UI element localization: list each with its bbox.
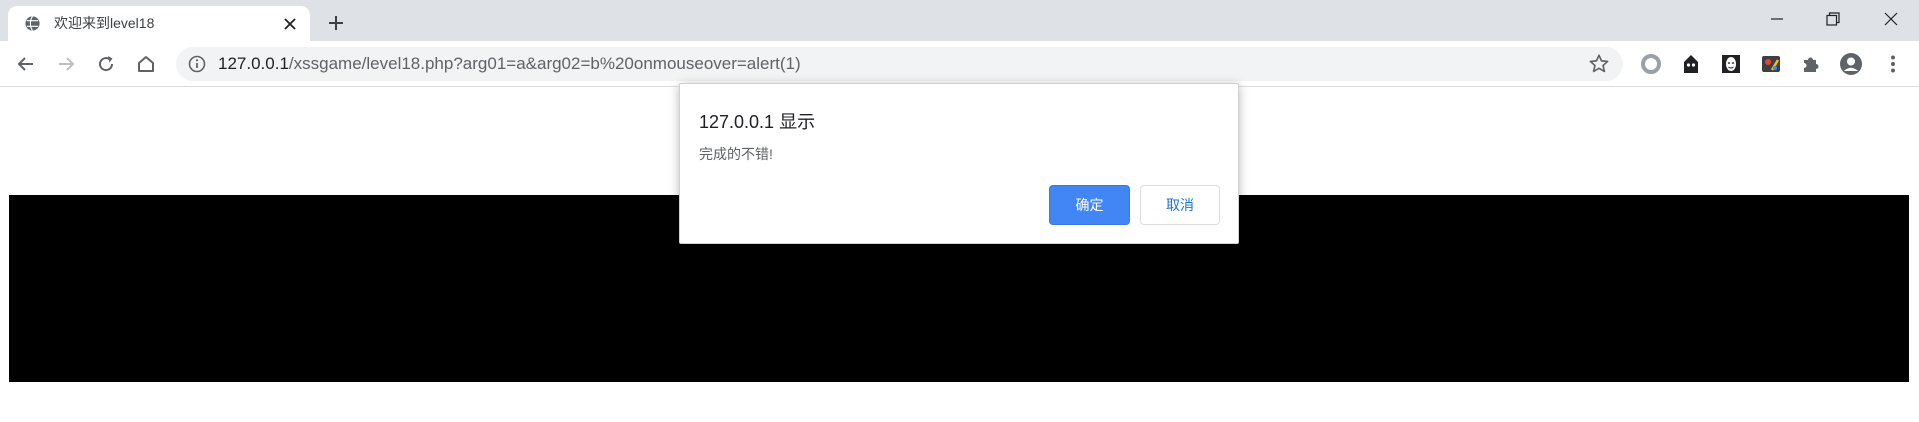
circle-extension-icon[interactable] (1638, 51, 1664, 77)
browser-tab[interactable]: 欢迎来到level18 (8, 6, 310, 41)
restore-button[interactable] (1805, 0, 1861, 38)
more-vertical-icon (1891, 55, 1895, 73)
browser-menu-button[interactable] (1880, 51, 1906, 77)
restore-icon (1826, 12, 1840, 26)
reload-button[interactable] (90, 48, 122, 80)
plus-icon (329, 16, 343, 30)
close-icon (1884, 12, 1898, 26)
minimize-button[interactable] (1749, 0, 1805, 38)
tab-title: 欢迎来到level18 (54, 15, 155, 31)
reload-icon (99, 56, 114, 72)
new-tab-button[interactable] (322, 9, 350, 37)
tools-extension-icon[interactable] (1758, 51, 1784, 77)
tab-strip: 欢迎来到level18 (0, 0, 1919, 41)
cancel-button[interactable]: 取消 (1140, 185, 1220, 225)
arrow-left-icon (17, 57, 33, 71)
close-window-button[interactable] (1863, 0, 1919, 38)
info-icon[interactable] (188, 55, 206, 73)
home-button[interactable] (130, 48, 162, 80)
minimize-icon (1771, 18, 1783, 20)
browser-toolbar: 127.0.0.1/xssgame/level18.php?arg01=a&ar… (0, 41, 1919, 87)
url-host: 127.0.0.1 (218, 54, 289, 73)
forward-button[interactable] (50, 48, 82, 80)
bookmark-star-icon[interactable] (1588, 53, 1610, 75)
dialog-title: 127.0.0.1 显示 (699, 112, 816, 132)
profile-icon[interactable] (1838, 51, 1864, 77)
close-tab-icon[interactable] (280, 14, 300, 34)
dialog-message: 完成的不错! (699, 146, 773, 162)
mask-extension-icon[interactable] (1718, 51, 1744, 77)
address-bar[interactable]: 127.0.0.1/xssgame/level18.php?arg01=a&ar… (176, 47, 1623, 81)
url-path: /xssgame/level18.php?arg01=a&arg02=b%20o… (288, 54, 801, 73)
url-text[interactable]: 127.0.0.1/xssgame/level18.php?arg01=a&ar… (218, 47, 801, 81)
alert-dialog: 127.0.0.1 显示 完成的不错! 确定 取消 (679, 83, 1239, 244)
arrow-right-icon (59, 57, 75, 71)
back-button[interactable] (10, 48, 42, 80)
home-icon (138, 56, 154, 72)
ok-button[interactable]: 确定 (1049, 185, 1130, 225)
puzzle-icon[interactable] (1798, 51, 1824, 77)
globe-icon (25, 16, 40, 31)
hacker-extension-icon[interactable] (1678, 51, 1704, 77)
